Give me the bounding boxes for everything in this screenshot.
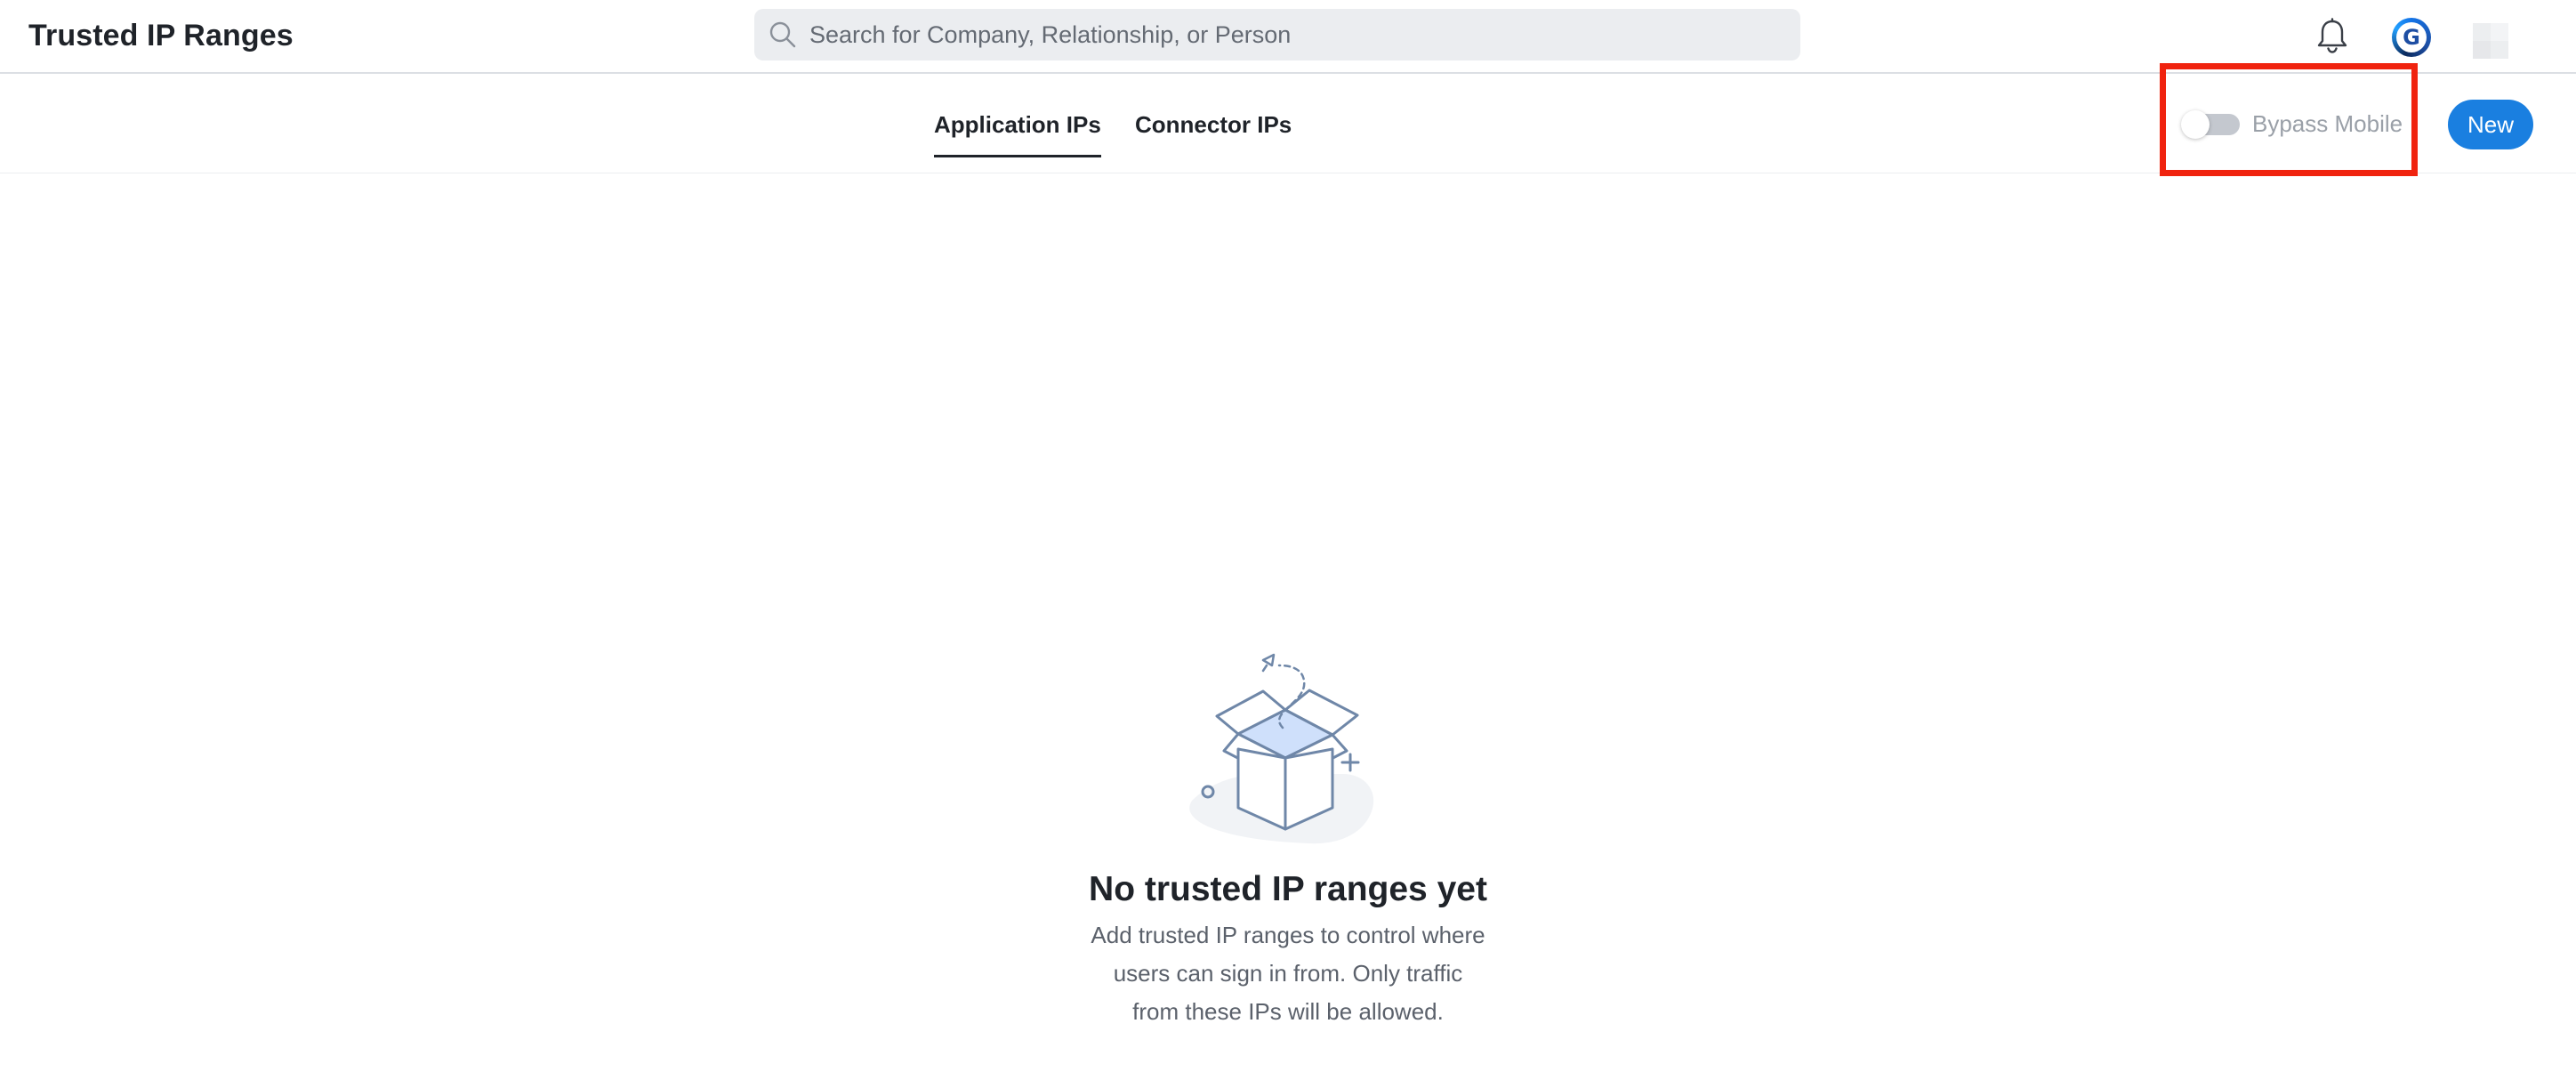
new-button[interactable]: New	[2448, 100, 2533, 149]
avatar[interactable]: G	[2392, 18, 2431, 57]
empty-state-title: No trusted IP ranges yet	[1089, 870, 1487, 908]
open-box-icon	[1174, 641, 1388, 854]
empty-state-description-line: from these IPs will be allowed.	[1132, 998, 1444, 1025]
search-input[interactable]	[808, 12, 1768, 57]
empty-state-description-line: Add trusted IP ranges to control where	[1091, 922, 1485, 948]
tab-connector-ips[interactable]: Connector IPs	[1135, 109, 1292, 140]
tab-application-ips[interactable]: Application IPs	[934, 109, 1101, 157]
page-title: Trusted IP Ranges	[28, 19, 294, 52]
global-search[interactable]	[754, 9, 1800, 60]
apps-grid-icon[interactable]	[2473, 23, 2508, 59]
empty-state-description-line: users can sign in from. Only traffic	[1113, 960, 1463, 987]
empty-state-description: Add trusted IP ranges to control where u…	[1057, 916, 1519, 1031]
avatar-letter: G	[2396, 22, 2427, 52]
bell-icon[interactable]	[2314, 18, 2350, 55]
bypass-mobile-toggle[interactable]	[2181, 110, 2240, 139]
search-icon	[769, 21, 796, 48]
bypass-mobile-label: Bypass Mobile	[2252, 110, 2403, 137]
toggle-knob	[2181, 110, 2210, 139]
